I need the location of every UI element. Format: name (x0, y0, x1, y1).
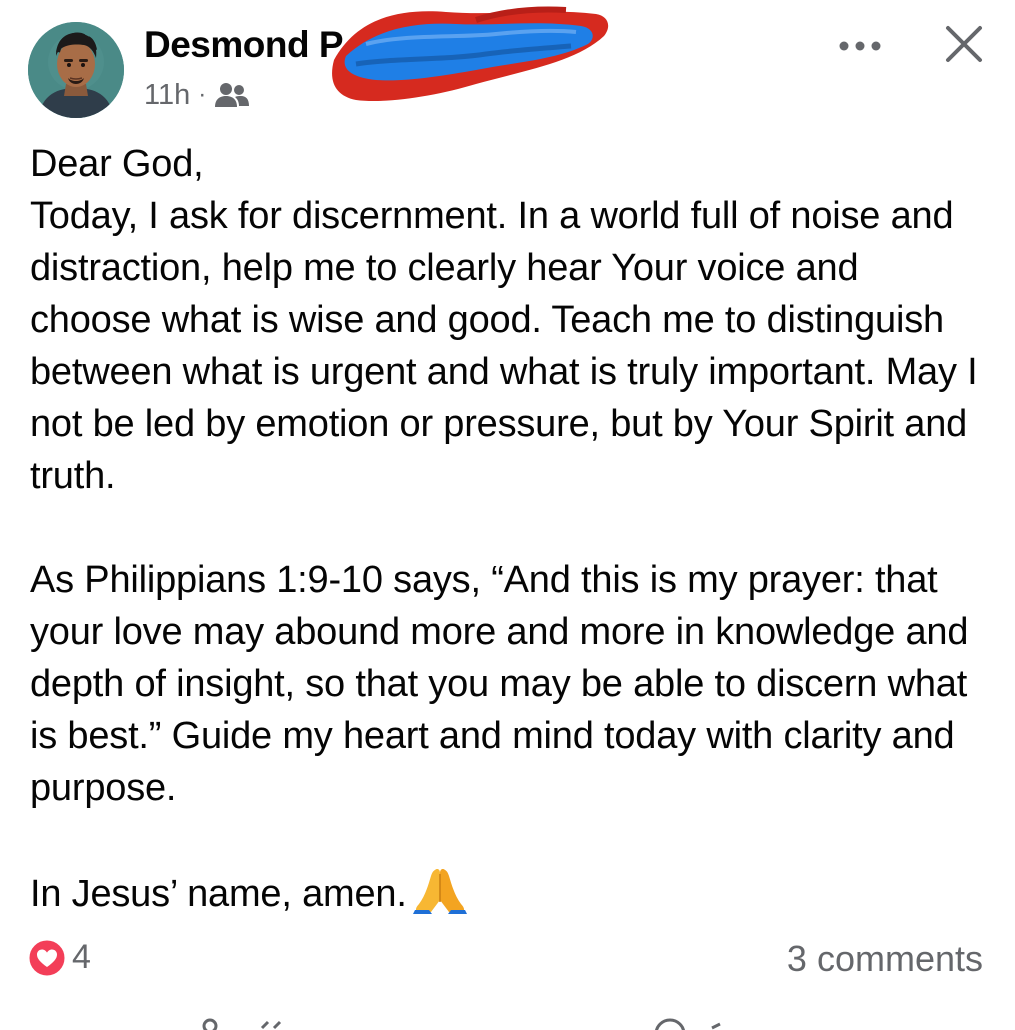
friends-icon[interactable] (214, 80, 250, 110)
love-reaction-icon (28, 939, 66, 976)
post-time[interactable]: 11h (144, 79, 190, 112)
post-paragraph-2: As Philippians 1:9-10 says, “And this is… (30, 559, 969, 809)
post-text: Dear God, Today, I ask for discernment. … (30, 138, 990, 920)
meta-separator: · (198, 81, 207, 108)
reaction-summary[interactable]: 4 (28, 938, 91, 977)
folded-hands-emoji-icon (412, 869, 467, 914)
name-redaction-scribble (332, 6, 609, 102)
reaction-count: 4 (72, 938, 91, 976)
post-closing: In Jesus’ name, amen. (30, 873, 407, 915)
author-avatar[interactable] (28, 22, 124, 118)
post-paragraph-1: Today, I ask for discernment. In a world… (30, 195, 978, 497)
author-name[interactable]: Desmond P (144, 24, 344, 66)
close-icon (946, 26, 982, 62)
post-paragraph: Dear God, Today, I ask for discernment. … (30, 138, 990, 502)
post-meta: 11h · (144, 78, 250, 112)
post-closing-line: In Jesus’ name, amen. (30, 866, 990, 920)
more-horizontal-icon (839, 41, 881, 51)
action-bar-icons-cropped (202, 1018, 721, 1030)
post-greeting: Dear God, (30, 143, 204, 185)
more-options-button[interactable] (836, 28, 884, 64)
comments-count-link[interactable]: 3 comments (787, 938, 983, 980)
reactions-bar: 4 3 comments (0, 930, 1015, 990)
close-button[interactable] (940, 20, 988, 68)
action-bar-partial (0, 1012, 1015, 1030)
avatar-illustration-icon (28, 22, 124, 118)
post-header: Desmond P 11h · (0, 0, 1015, 130)
